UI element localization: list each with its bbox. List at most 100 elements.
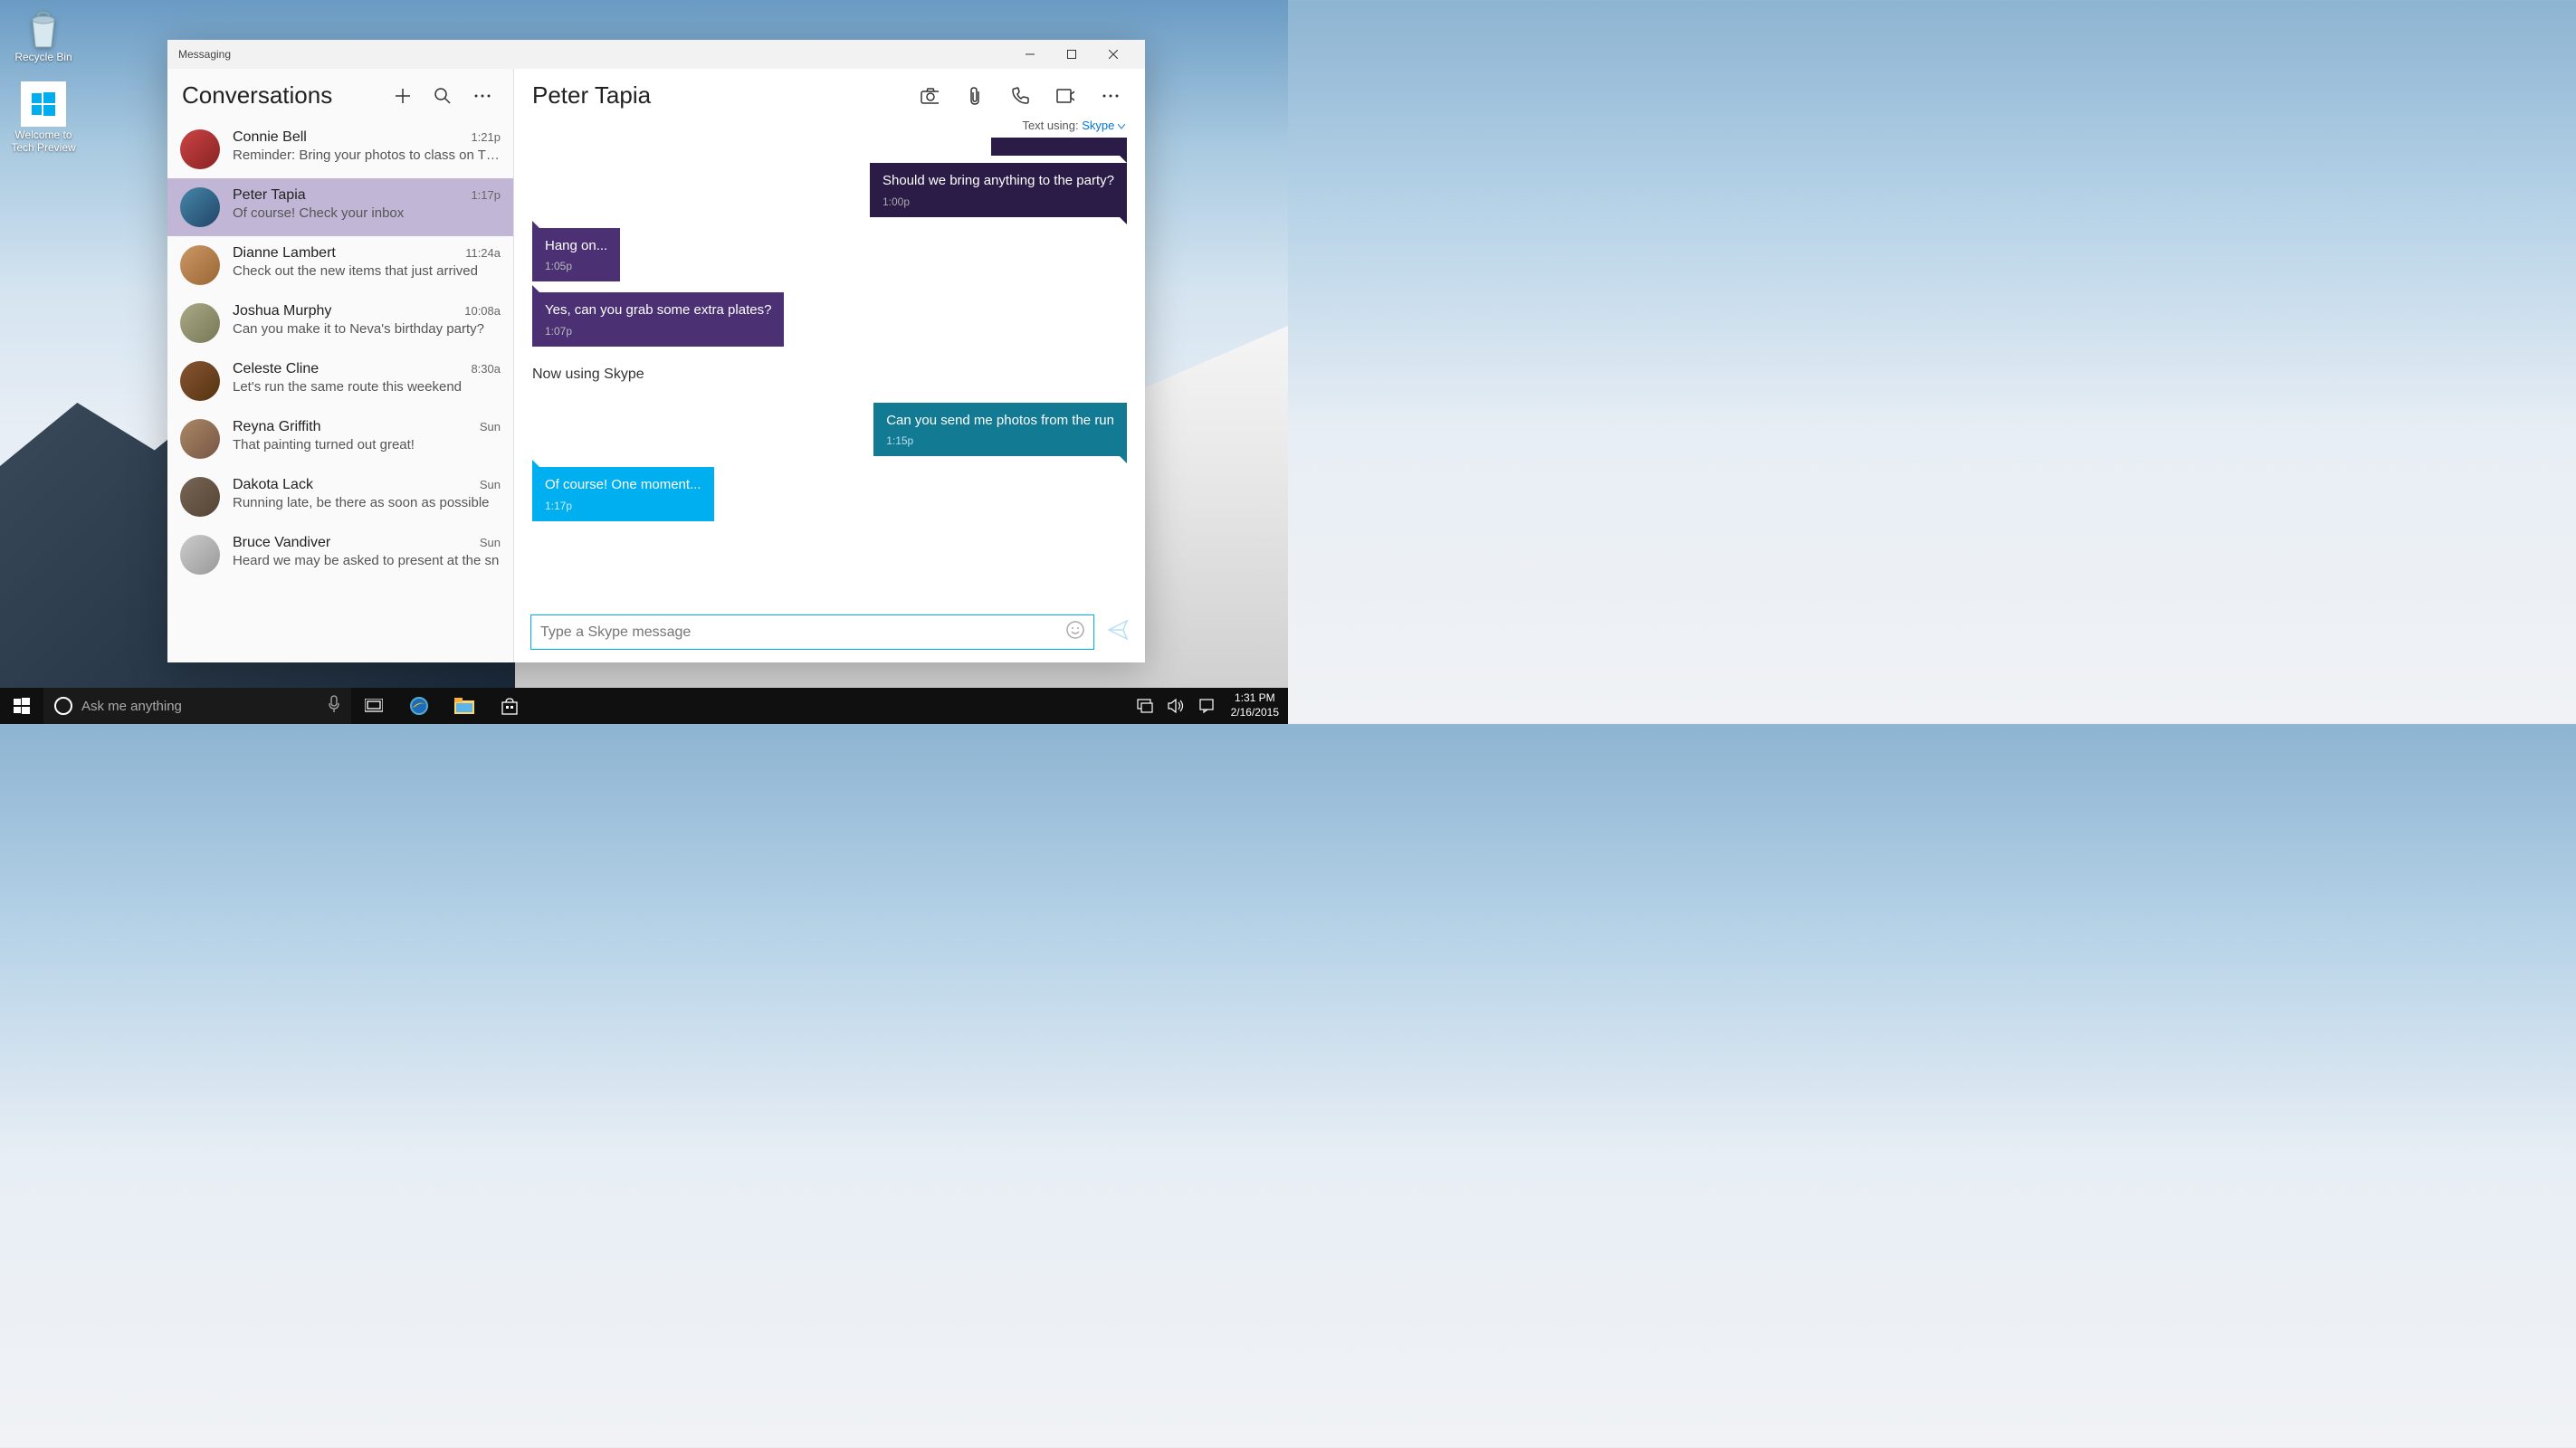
video-call-button[interactable] [1056, 87, 1074, 105]
cortana-search-box[interactable]: Ask me anything [43, 688, 351, 724]
conversation-time: Sun [480, 478, 501, 491]
avatar [180, 419, 220, 459]
conversation-name: Bruce Vandiver [233, 535, 330, 551]
conversation-name: Reyna Griffith [233, 419, 321, 435]
chat-panel: Peter Tapia Text using: Skype Should we … [514, 69, 1145, 662]
internet-explorer-icon[interactable] [396, 688, 442, 724]
conversation-preview: That painting turned out great! [233, 437, 501, 452]
text-using-service-link[interactable]: Skype [1082, 119, 1125, 132]
attachment-button[interactable] [966, 87, 984, 105]
compose-input[interactable] [540, 624, 1066, 641]
clock-time: 1:31 PM [1231, 691, 1279, 706]
more-button[interactable] [473, 87, 491, 105]
titlebar[interactable]: Messaging [167, 40, 1145, 69]
volume-icon[interactable] [1160, 699, 1191, 713]
message-text: Hang on... [545, 237, 607, 255]
desktop-icons: Recycle Bin Welcome to Tech Preview [9, 9, 78, 172]
search-placeholder: Ask me anything [81, 699, 319, 714]
search-button[interactable] [434, 87, 452, 105]
conversation-preview: Let's run the same route this weekend [233, 379, 501, 395]
message-bubble[interactable]: Yes, can you grab some extra plates? 1:0… [532, 292, 784, 347]
maximize-button[interactable] [1051, 40, 1092, 69]
conversation-item[interactable]: Peter Tapia 1:17p Of course! Check your … [167, 178, 513, 236]
message-text: Can you send me photos from the run [886, 412, 1114, 430]
close-button[interactable] [1092, 40, 1134, 69]
conversation-item[interactable]: Joshua Murphy 10:08a Can you make it to … [167, 294, 513, 352]
network-icon[interactable] [1130, 699, 1160, 713]
conversation-preview: Running late, be there as soon as possib… [233, 495, 501, 510]
conversation-time: Sun [480, 420, 501, 433]
conversation-item[interactable]: Connie Bell 1:21p Reminder: Bring your p… [167, 120, 513, 178]
message-time: 1:05p [545, 260, 607, 272]
camera-button[interactable] [921, 87, 939, 105]
conversation-item[interactable]: Bruce Vandiver Sun Heard we may be asked… [167, 526, 513, 584]
chat-contact-name: Peter Tapia [532, 81, 921, 110]
action-center-icon[interactable] [1191, 698, 1222, 714]
task-view-button[interactable] [351, 688, 396, 724]
message-bubble[interactable]: Can you send me photos from the run 1:15… [873, 403, 1127, 457]
desktop-icon-label: Recycle Bin [14, 51, 72, 63]
message-bubble[interactable]: Of course! One moment... 1:17p [532, 467, 714, 521]
conversation-item[interactable]: Dakota Lack Sun Running late, be there a… [167, 468, 513, 526]
chat-more-button[interactable] [1102, 87, 1120, 105]
taskbar: Ask me anything 1:31 PM 2/16/2015 [0, 688, 1288, 724]
conversation-time: 10:08a [464, 304, 501, 318]
conversation-name: Joshua Murphy [233, 303, 331, 319]
conversation-name: Dianne Lambert [233, 245, 336, 262]
conversation-time: 8:30a [471, 362, 501, 376]
microphone-icon[interactable] [328, 695, 340, 718]
sidebar-title: Conversations [182, 81, 394, 110]
window-title: Messaging [178, 48, 231, 61]
message-time: 1:07p [545, 325, 771, 338]
desktop-icon-tech-preview[interactable]: Welcome to Tech Preview [9, 81, 78, 154]
compose-bar [514, 604, 1145, 662]
emoji-button[interactable] [1066, 621, 1084, 643]
send-button[interactable] [1107, 619, 1129, 645]
conversation-name: Dakota Lack [233, 477, 313, 493]
store-icon[interactable] [487, 688, 532, 724]
call-button[interactable] [1011, 87, 1029, 105]
messaging-app-window: Messaging Conversations Connie Bell 1:21… [167, 40, 1145, 662]
text-using-selector[interactable]: Text using: Skype [514, 119, 1145, 138]
desktop-icon-label: Welcome to Tech Preview [11, 129, 75, 154]
desktop-icon-recycle-bin[interactable]: Recycle Bin [9, 9, 78, 63]
conversation-item[interactable]: Reyna Griffith Sun That painting turned … [167, 410, 513, 468]
clock-date: 2/16/2015 [1231, 706, 1279, 720]
message-time: 1:15p [886, 434, 1114, 447]
message-text: Of course! One moment... [545, 476, 701, 494]
conversation-item[interactable]: Dianne Lambert 11:24a Check out the new … [167, 236, 513, 294]
message-time: 1:00p [883, 195, 1114, 208]
conversation-preview: Heard we may be asked to present at the … [233, 553, 501, 568]
file-explorer-icon[interactable] [442, 688, 487, 724]
avatar [180, 187, 220, 227]
start-button[interactable] [0, 688, 43, 724]
message-time: 1:17p [545, 500, 701, 512]
message-bubble[interactable]: Hang on... 1:05p [532, 228, 620, 282]
message-text: Should we bring anything to the party? [883, 172, 1114, 190]
avatar [180, 477, 220, 517]
avatar [180, 129, 220, 169]
messages-view[interactable]: Should we bring anything to the party? 1… [514, 138, 1145, 604]
conversation-preview: Of course! Check your inbox [233, 205, 501, 221]
conversation-time: Sun [480, 536, 501, 549]
system-message: Now using Skype [532, 367, 1127, 383]
conversation-name: Celeste Cline [233, 361, 319, 377]
windows-logo-icon [21, 81, 66, 127]
taskbar-clock[interactable]: 1:31 PM 2/16/2015 [1222, 691, 1288, 719]
message-text: Yes, can you grab some extra plates? [545, 301, 771, 319]
minimize-button[interactable] [1009, 40, 1051, 69]
conversation-preview: Check out the new items that just arrive… [233, 263, 501, 279]
new-conversation-button[interactable] [394, 87, 412, 105]
conversation-time: 1:17p [471, 188, 501, 202]
message-fragment [991, 138, 1127, 156]
conversation-list[interactable]: Connie Bell 1:21p Reminder: Bring your p… [167, 120, 513, 662]
recycle-bin-icon [24, 9, 63, 49]
compose-input-wrap[interactable] [530, 614, 1094, 650]
conversation-preview: Reminder: Bring your photos to class on … [233, 148, 501, 163]
conversation-time: 1:21p [471, 130, 501, 144]
message-bubble[interactable]: Should we bring anything to the party? 1… [870, 163, 1127, 217]
conversation-name: Peter Tapia [233, 187, 306, 204]
conversation-item[interactable]: Celeste Cline 8:30a Let's run the same r… [167, 352, 513, 410]
cortana-icon [54, 697, 72, 715]
conversations-sidebar: Conversations Connie Bell 1:21p Reminder… [167, 69, 514, 662]
